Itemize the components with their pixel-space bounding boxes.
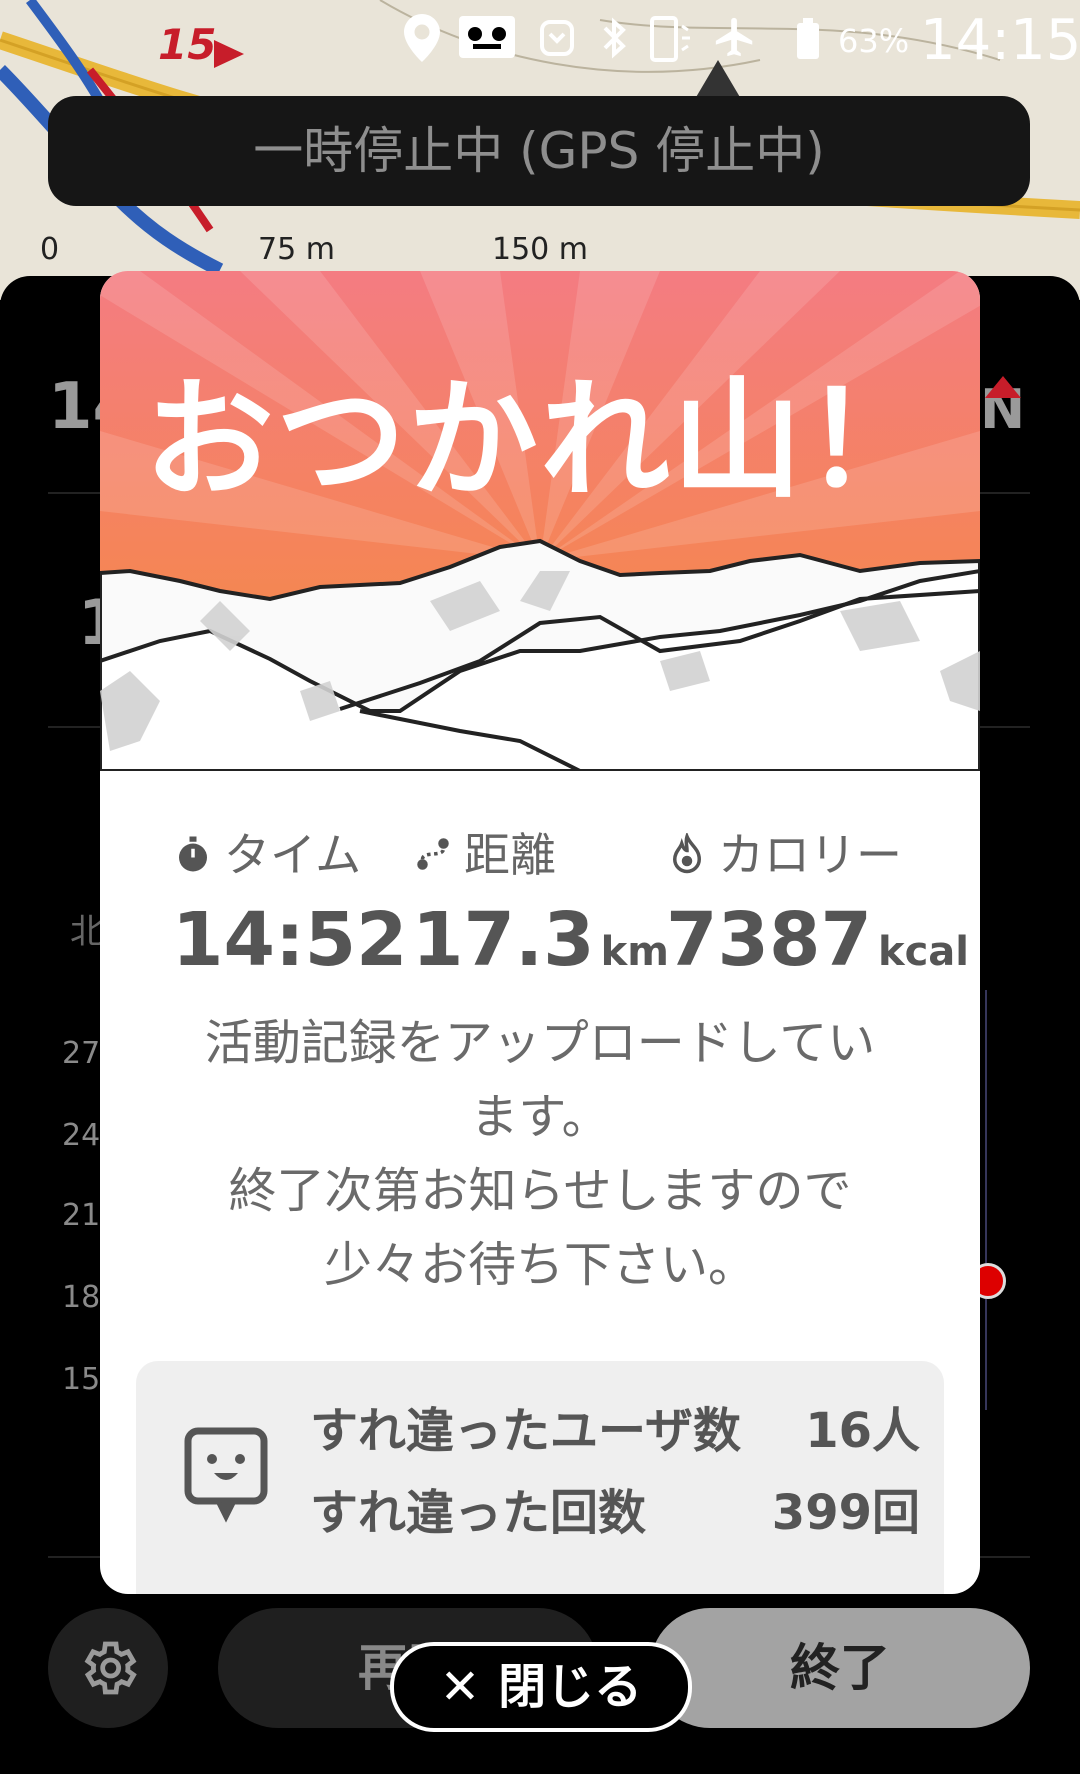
- finish-button[interactable]: 終了: [650, 1608, 1030, 1728]
- passed-users-value: 16人: [805, 1403, 920, 1459]
- stat-time: タイム 14:52: [172, 819, 442, 983]
- stat-time-label: タイム: [224, 828, 362, 882]
- watch-icon: [534, 14, 578, 64]
- location-icon: [400, 14, 444, 64]
- upload-message-line: ます。: [470, 1089, 610, 1145]
- axis-tick: 27: [62, 1036, 101, 1071]
- battery-icon: [790, 14, 826, 64]
- axis-tick: 24: [62, 1118, 101, 1153]
- vibrate-icon: [644, 14, 690, 64]
- upload-message: 活動記録をアップロードしてい ます。 終了次第お知らせしますので 少々お待ち下さ…: [160, 1006, 920, 1302]
- passed-count-value: 399回: [771, 1485, 920, 1541]
- map-scale: 0 75 m 150 m: [40, 232, 600, 272]
- hero-banner: おつかれ山！: [100, 271, 980, 773]
- upload-message-line: 少々お待ち下さい。: [323, 1237, 756, 1293]
- passed-users-row: すれ違ったユーザ数 16人: [310, 1391, 920, 1461]
- stat-distance: 距離 17.3 km: [412, 819, 682, 983]
- scale-label-150: 150 m: [492, 232, 589, 267]
- route-icon: [412, 832, 454, 874]
- stat-calorie-label: カロリー: [718, 828, 902, 882]
- scale-label-75: 75 m: [258, 232, 335, 267]
- axis-tick: 18: [62, 1280, 101, 1315]
- stat-calorie: カロリー 7387 kcal: [666, 819, 969, 983]
- axis-tick: 15: [62, 1362, 101, 1397]
- passed-count-label: すれ違った回数: [310, 1485, 647, 1541]
- stat-calorie-value: 7387: [666, 897, 872, 983]
- passed-count-row: すれ違った回数 399回: [310, 1473, 920, 1543]
- chart-edge: [985, 990, 987, 1410]
- battery-percent: 63%: [838, 22, 910, 60]
- stat-distance-unit: km: [600, 929, 669, 975]
- stat-time-value: 14:52: [172, 897, 408, 983]
- close-button[interactable]: ✕ 閉じる: [390, 1642, 692, 1732]
- axis-tick: 21: [62, 1198, 101, 1233]
- passed-users-box: すれ違ったユーザ数 16人 すれ違った回数 399回: [136, 1361, 944, 1594]
- completion-dialog: おつかれ山！ タイム 14:52 距離 17.3 km カロリー 7387 kcal…: [100, 271, 980, 1594]
- north-label: 北: [70, 912, 104, 952]
- stat-distance-value: 17.3: [412, 897, 595, 983]
- upload-message-line: 活動記録をアップロードしてい: [204, 1015, 876, 1071]
- voicemail-icon: [456, 14, 518, 64]
- status-time: 14:15: [920, 8, 1080, 73]
- stat-calorie-unit: kcal: [877, 929, 969, 975]
- dialog-title: おつかれ山！: [143, 364, 936, 516]
- flame-icon: [666, 831, 708, 874]
- paused-banner: 一時停止中 (GPS 停止中): [48, 96, 1030, 206]
- smile-chat-icon: [184, 1427, 268, 1527]
- settings-button[interactable]: [48, 1608, 168, 1728]
- gear-icon: [84, 1641, 137, 1695]
- compass-arrow-icon: [985, 376, 1021, 398]
- airplane-icon: [712, 14, 756, 64]
- status-bar: 63% 14:15: [0, 0, 1080, 84]
- upload-message-line: 終了次第お知らせしますので: [228, 1163, 852, 1219]
- close-button-label: 閉じる: [498, 1659, 643, 1715]
- close-icon: ✕: [439, 1659, 481, 1715]
- scale-label-0: 0: [40, 232, 60, 267]
- stat-distance-label: 距離: [464, 828, 556, 882]
- passed-users-label: すれ違ったユーザ数: [310, 1403, 742, 1459]
- stopwatch-icon: [172, 832, 214, 874]
- bluetooth-icon: [592, 14, 636, 64]
